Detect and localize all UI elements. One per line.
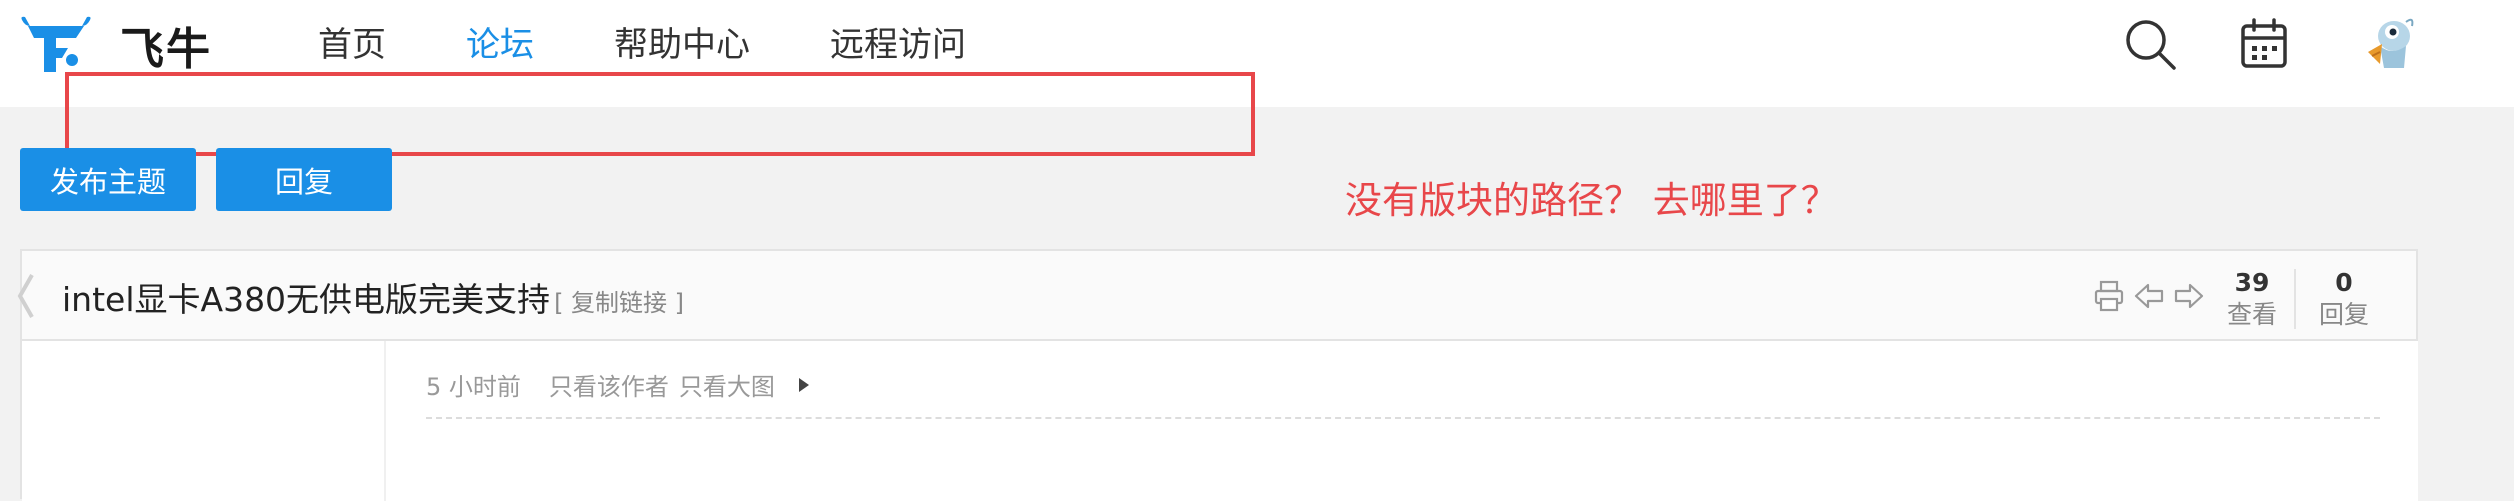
replies-label: 回复	[2318, 300, 2369, 329]
site-logo[interactable]: 飞牛	[16, 14, 216, 76]
author-only-link[interactable]: 只看该作者	[549, 367, 669, 402]
stat-divider	[2294, 269, 2296, 329]
replies-count: 0	[2335, 268, 2353, 297]
post-time: 5 小时前	[426, 373, 521, 401]
replies-stat: 0 回复	[2314, 267, 2374, 331]
nav-remote-access[interactable]: 远程访问	[830, 20, 966, 70]
brand-name: 飞牛	[120, 24, 212, 75]
thread-tools	[2092, 279, 2212, 313]
bull-logo-icon	[21, 16, 91, 72]
chevron-left-icon[interactable]	[14, 273, 38, 319]
thread-title-text: intel显卡A380无供电版完美支持	[62, 280, 551, 319]
prev-thread-icon[interactable]	[2132, 279, 2166, 313]
user-avatar-icon	[2368, 18, 2414, 68]
print-icon[interactable]	[2092, 279, 2126, 313]
nav-home[interactable]: 首页	[318, 20, 386, 70]
caret-right-icon[interactable]	[797, 376, 811, 394]
main-nav: 首页 论坛 帮助中心 远程访问	[318, 20, 1046, 70]
thread-title: intel显卡A380无供电版完美支持[ 复制链接 ]	[62, 273, 684, 321]
copy-link[interactable]: [ 复制链接 ]	[554, 289, 684, 317]
views-label: 查看	[2226, 300, 2277, 329]
reply-button[interactable]: 回复	[216, 148, 392, 211]
annotation-highlight-box	[65, 72, 1255, 156]
meta-divider	[426, 417, 2380, 419]
views-count: 39	[2234, 268, 2270, 297]
avatar[interactable]	[2358, 12, 2424, 78]
thread-card: intel显卡A380无供电版完美支持[ 复制链接 ] 39 查看 0 回复 5…	[17, 249, 2418, 501]
annotation-text: 没有版块的路径？ 去哪里了？	[1345, 179, 1838, 222]
nav-forum[interactable]: 论坛	[466, 20, 534, 70]
author-sidebar	[22, 341, 386, 501]
nav-help-center[interactable]: 帮助中心	[614, 20, 750, 70]
thread-header: intel显卡A380无供电版完美支持[ 复制链接 ] 39 查看 0 回复	[17, 251, 2416, 341]
post-thread-button[interactable]: 发布主题	[20, 148, 196, 211]
search-icon[interactable]	[2120, 14, 2180, 74]
big-image-only-link[interactable]: 只看大图	[679, 367, 775, 402]
views-stat: 39 查看	[2222, 267, 2282, 331]
post-meta: 5 小时前 只看该作者 只看大图	[426, 367, 811, 402]
calendar-icon[interactable]	[2234, 14, 2294, 74]
post-body: 5 小时前 只看该作者 只看大图	[386, 341, 2418, 501]
next-thread-icon[interactable]	[2172, 279, 2206, 313]
